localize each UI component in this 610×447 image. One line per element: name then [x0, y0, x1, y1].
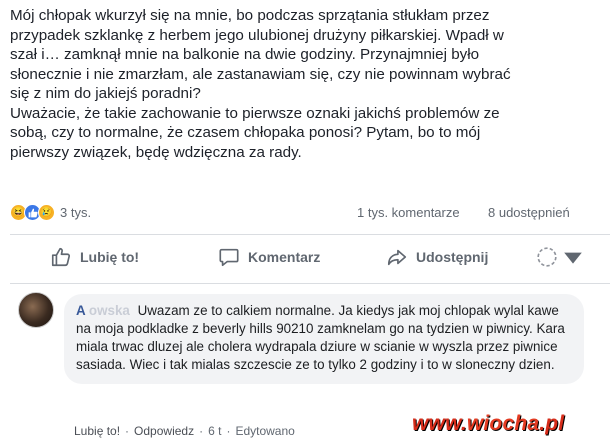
comment-actions: Lubię to! · Odpowiedz · 6 t · Edytowano [74, 424, 295, 438]
like-button[interactable]: Lubię to! [50, 246, 139, 268]
audience-icon [537, 247, 557, 267]
comment-author[interactable]: A owska [76, 303, 130, 318]
share-arrow-icon [387, 249, 407, 266]
separator: · [226, 424, 231, 438]
reactions-count[interactable]: 3 tys. [60, 205, 91, 220]
like-button-label: Lubię to! [80, 249, 140, 265]
comment-author-initial: A [76, 303, 86, 318]
avatar[interactable] [18, 292, 54, 328]
post-paragraph-1: Mój chłopak wkurzył się na mnie, bo podc… [10, 7, 511, 102]
post-text: Mój chłopak wkurzył się na mnie, bo podc… [10, 6, 606, 162]
comment-bubble: A owska Uwazam ze to calkiem normalne. J… [64, 294, 584, 384]
comment-like-link[interactable]: Lubię to! [74, 424, 120, 438]
thumbs-up-icon [51, 247, 71, 267]
comment-text: Uwazam ze to calkiem normalne. Ja kiedys… [76, 303, 565, 372]
watermark: www.wiocha.pl [412, 412, 564, 436]
comments-count[interactable]: 1 tys. komentarze [357, 205, 460, 220]
share-button-label: Udostępnij [416, 249, 489, 265]
reactions-summary[interactable]: 😆 😢 3 tys. [10, 204, 91, 221]
separator: · [199, 424, 204, 438]
watermark-name: wiocha [466, 412, 540, 435]
comment-edited[interactable]: Edytowano [235, 424, 294, 438]
comment-icon [219, 248, 239, 267]
comment-time[interactable]: 6 t [208, 424, 221, 438]
separator: · [125, 424, 130, 438]
comment-button-label: Komentarz [248, 249, 321, 265]
post-actions-bar: Lubię to! Komentarz Udostępnij [0, 246, 610, 276]
comment-author-blurred: owska [85, 303, 130, 318]
watermark-suffix: .pl [539, 412, 565, 435]
watermark-prefix: www. [412, 412, 467, 435]
sad-reaction-icon: 😢 [38, 204, 55, 221]
divider [10, 283, 610, 284]
chevron-down-icon [564, 252, 582, 264]
comment-button[interactable]: Komentarz [218, 246, 320, 268]
share-button[interactable]: Udostępnij [386, 246, 488, 268]
post-paragraph-2: Uważacie, że takie zachowanie to pierwsz… [10, 104, 500, 161]
comment-reply-link[interactable]: Odpowiedz [134, 424, 194, 438]
post-stats: 😆 😢 3 tys. 1 tys. komentarze 8 udostępni… [10, 204, 610, 224]
shares-count[interactable]: 8 udostępnień [488, 205, 570, 220]
reaction-audience-dropdown[interactable] [536, 246, 584, 268]
divider [10, 234, 610, 235]
